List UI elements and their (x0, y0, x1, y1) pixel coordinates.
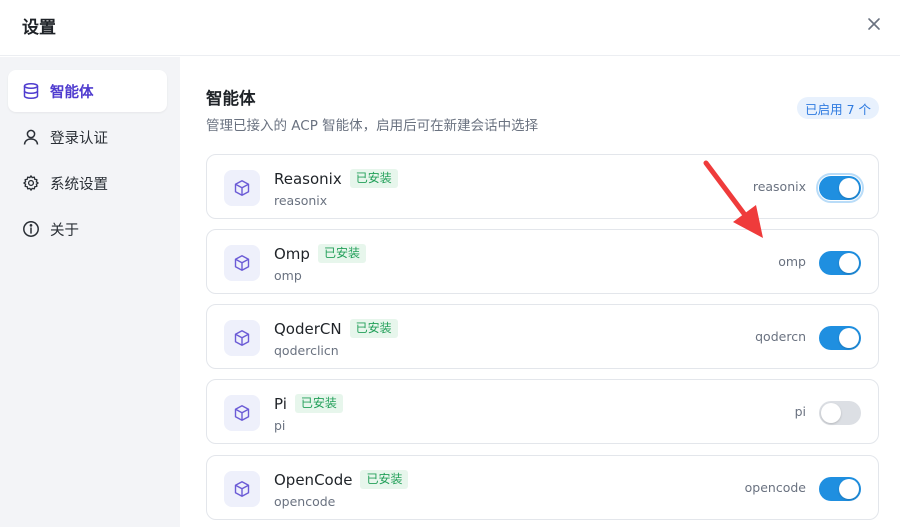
user-icon (22, 128, 40, 146)
database-icon (22, 82, 40, 100)
agent-key: pi (794, 404, 806, 419)
toggle-knob (821, 403, 841, 423)
agent-enable-toggle[interactable] (819, 176, 861, 200)
close-icon (868, 18, 880, 30)
installed-badge: 已安装 (294, 394, 343, 413)
main-content: 智能体 管理已接入的 ACP 智能体，启用后可在新建会话中选择 已启用 7 个 … (180, 57, 900, 527)
agent-card-omp: Omp 已安装 omp omp (206, 229, 879, 294)
sidebar-item-label: 智能体 (50, 84, 94, 101)
installed-badge: 已安装 (317, 244, 366, 263)
sidebar: 智能体 登录认证 系统设置 关于 (0, 57, 180, 527)
agent-name: Pi 已安装 (274, 394, 343, 413)
section-description: 管理已接入的 ACP 智能体，启用后可在新建会话中选择 (206, 118, 539, 134)
agent-card-opencode: OpenCode 已安装 opencode opencode (206, 455, 879, 520)
agent-key: reasonix (752, 179, 806, 194)
installed-badge: 已安装 (349, 169, 398, 188)
window-title: 设置 (22, 18, 56, 38)
enabled-count-badge: 已启用 7 个 (797, 97, 879, 119)
agent-card-reasonix: Reasonix 已安装 reasonix reasonix (206, 154, 879, 219)
agent-key: opencode (744, 480, 806, 495)
agent-name: OpenCode 已安装 (274, 470, 409, 489)
agent-key: qodercn (755, 329, 806, 344)
installed-badge: 已安装 (360, 470, 409, 489)
section-title: 智能体 (206, 89, 256, 108)
cube-icon (224, 471, 260, 507)
agent-enable-toggle[interactable] (819, 251, 861, 275)
sidebar-item-label: 系统设置 (50, 176, 108, 193)
agent-id: pi (274, 418, 286, 433)
cube-icon (224, 245, 260, 281)
agent-card-pi: Pi 已安装 pi pi (206, 379, 879, 444)
sidebar-item-label: 关于 (50, 222, 79, 239)
agent-id: omp (274, 268, 302, 283)
agent-name: Reasonix 已安装 (274, 169, 398, 188)
toggle-knob (839, 178, 859, 198)
agent-enable-toggle[interactable] (819, 401, 861, 425)
agent-key: omp (778, 254, 806, 269)
sidebar-item-agents[interactable]: 智能体 (8, 70, 167, 112)
agent-id: opencode (274, 494, 336, 509)
agent-enable-toggle[interactable] (819, 326, 861, 350)
agent-card-qodercn: QoderCN 已安装 qoderclicn qodercn (206, 304, 879, 369)
cube-icon (224, 320, 260, 356)
sidebar-item-login-auth[interactable]: 登录认证 (8, 116, 167, 158)
agent-enable-toggle[interactable] (819, 477, 861, 501)
sidebar-item-label: 登录认证 (50, 130, 108, 147)
toggle-knob (839, 253, 859, 273)
agent-id: qoderclicn (274, 343, 339, 358)
agent-id: reasonix (274, 193, 328, 208)
sidebar-item-system-settings[interactable]: 系统设置 (8, 162, 167, 204)
gear-icon (22, 174, 40, 192)
agent-name: QoderCN 已安装 (274, 319, 398, 338)
cube-icon (224, 170, 260, 206)
title-bar: 设置 (0, 0, 900, 56)
toggle-knob (839, 479, 859, 499)
cube-icon (224, 395, 260, 431)
agent-name: Omp 已安装 (274, 244, 366, 263)
toggle-knob (839, 328, 859, 348)
installed-badge: 已安装 (349, 319, 398, 338)
close-button[interactable] (862, 12, 886, 36)
sidebar-item-about[interactable]: 关于 (8, 208, 167, 250)
info-icon (22, 220, 40, 238)
